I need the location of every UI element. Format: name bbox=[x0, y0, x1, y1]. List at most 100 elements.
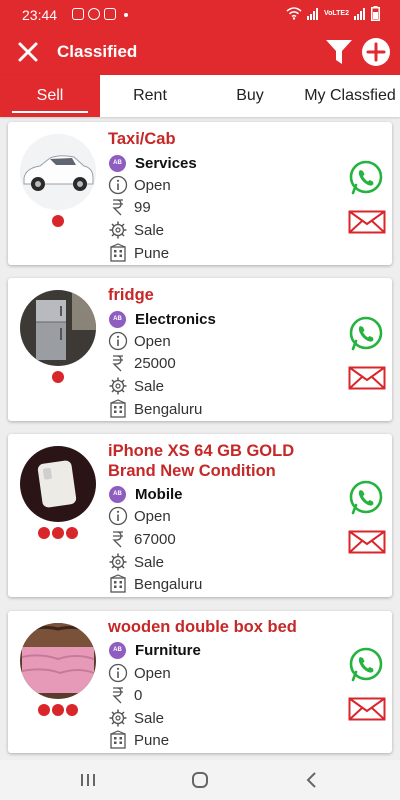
listing-image[interactable] bbox=[20, 623, 96, 699]
listing-type: Sale bbox=[134, 377, 165, 395]
listing-category: Mobile bbox=[135, 485, 183, 503]
email-icon[interactable] bbox=[348, 530, 386, 554]
rupee-icon bbox=[112, 687, 123, 704]
whatsapp-notification-icon bbox=[88, 8, 100, 20]
back-icon[interactable] bbox=[304, 770, 320, 790]
building-icon bbox=[110, 574, 126, 593]
add-listing-icon[interactable] bbox=[361, 37, 391, 67]
category-row: AB Mobile bbox=[108, 483, 183, 505]
email-icon[interactable] bbox=[348, 366, 386, 390]
listing-image[interactable] bbox=[20, 446, 96, 522]
image-dot bbox=[52, 704, 64, 716]
image-dot bbox=[52, 371, 64, 383]
type-row: Sale bbox=[108, 219, 164, 241]
ab-badge-icon: AB bbox=[109, 641, 126, 659]
tab-label: My Classfied bbox=[304, 87, 396, 104]
active-tab-indicator bbox=[12, 111, 88, 113]
building-icon bbox=[110, 399, 126, 418]
info-icon bbox=[108, 506, 128, 526]
whatsapp-icon[interactable] bbox=[348, 316, 384, 352]
info-icon bbox=[108, 331, 128, 351]
listing-category: Furniture bbox=[135, 641, 201, 659]
listing-location: Pune bbox=[134, 244, 170, 262]
location-row: Bengaluru bbox=[108, 398, 202, 420]
location-row: Pune bbox=[108, 242, 169, 264]
location-row: Pune bbox=[108, 729, 169, 751]
image-dot bbox=[66, 704, 78, 716]
category-row: AB Services bbox=[108, 152, 197, 174]
listing-card[interactable]: fridge AB Electronics Open 25000 Sale Be… bbox=[8, 278, 392, 421]
listing-title[interactable]: iPhone XS 64 GB GOLD Brand New Condition bbox=[108, 441, 333, 481]
filter-icon[interactable] bbox=[324, 37, 354, 67]
listing-location: Pune bbox=[134, 731, 170, 749]
image-dot bbox=[66, 527, 78, 539]
listing-location: Bengaluru bbox=[134, 400, 203, 418]
app-bar: Classified bbox=[0, 30, 400, 75]
listing-price: 99 bbox=[134, 198, 151, 216]
listing-card[interactable]: Taxi/Cab AB Services Open 99 Sale Pune bbox=[8, 122, 392, 265]
listing-card[interactable]: wooden double box bed AB Furniture Open … bbox=[8, 611, 392, 753]
listing-price: 25000 bbox=[134, 354, 176, 372]
email-icon[interactable] bbox=[348, 210, 386, 234]
type-row: Sale bbox=[108, 707, 164, 729]
whatsapp-icon[interactable] bbox=[348, 160, 384, 196]
gallery-icon bbox=[104, 8, 116, 20]
status-time: 23:44 bbox=[22, 7, 58, 23]
listing-title[interactable]: wooden double box bed bbox=[108, 617, 333, 637]
image-indicator bbox=[8, 704, 108, 716]
whatsapp-icon[interactable] bbox=[348, 647, 384, 683]
message-icon bbox=[72, 8, 84, 20]
rupee-icon bbox=[112, 199, 123, 216]
info-icon bbox=[108, 663, 128, 683]
listing-category: Electronics bbox=[135, 310, 216, 328]
image-indicator bbox=[8, 527, 108, 539]
listing-type: Sale bbox=[134, 221, 165, 239]
gear-icon bbox=[109, 553, 127, 571]
listing-category: Services bbox=[135, 154, 197, 172]
price-row: 25000 bbox=[108, 352, 176, 374]
tab-my-classfied[interactable]: My Classfied bbox=[300, 75, 400, 117]
listing-title[interactable]: fridge bbox=[108, 285, 333, 305]
building-icon bbox=[110, 730, 126, 749]
recent-apps-icon[interactable] bbox=[80, 770, 96, 790]
status-row: Open bbox=[108, 505, 171, 527]
email-icon[interactable] bbox=[348, 697, 386, 721]
whatsapp-icon[interactable] bbox=[348, 480, 384, 516]
listing-image[interactable] bbox=[20, 290, 96, 366]
listing-image[interactable] bbox=[20, 134, 96, 210]
category-row: AB Electronics bbox=[108, 308, 216, 330]
listing-price: 67000 bbox=[134, 530, 176, 548]
info-icon bbox=[108, 175, 128, 195]
listing-title[interactable]: Taxi/Cab bbox=[108, 129, 333, 149]
image-indicator bbox=[8, 215, 108, 227]
notification-icons bbox=[72, 8, 128, 20]
type-row: Sale bbox=[108, 375, 164, 397]
home-icon[interactable] bbox=[190, 770, 210, 790]
wifi-icon bbox=[286, 7, 302, 20]
image-indicator bbox=[8, 371, 108, 383]
close-icon[interactable] bbox=[14, 38, 42, 66]
location-row: Bengaluru bbox=[108, 573, 202, 595]
tab-buy[interactable]: Buy bbox=[200, 75, 300, 117]
tab-bar: Sell Rent Buy My Classfied bbox=[0, 75, 400, 117]
image-dot bbox=[52, 527, 64, 539]
building-icon bbox=[110, 243, 126, 262]
tab-rent[interactable]: Rent bbox=[100, 75, 200, 117]
signal-icon-2 bbox=[354, 7, 365, 20]
more-notifications-dot bbox=[124, 13, 128, 17]
type-row: Sale bbox=[108, 551, 164, 573]
status-row: Open bbox=[108, 662, 171, 684]
ab-badge-icon: AB bbox=[109, 310, 126, 328]
system-navigation-bar bbox=[0, 760, 400, 800]
signal-icon-1 bbox=[306, 7, 318, 20]
rupee-icon bbox=[112, 355, 123, 372]
tab-label: Sell bbox=[36, 87, 64, 104]
image-dot bbox=[52, 215, 64, 227]
tab-label: Buy bbox=[236, 87, 264, 104]
listing-card[interactable]: iPhone XS 64 GB GOLD Brand New Condition… bbox=[8, 434, 392, 597]
ab-badge-icon: AB bbox=[109, 154, 126, 172]
listing-status: Open bbox=[134, 332, 171, 350]
listing-type: Sale bbox=[134, 553, 165, 571]
category-row: AB Furniture bbox=[108, 639, 201, 661]
tab-sell[interactable]: Sell bbox=[0, 75, 100, 117]
